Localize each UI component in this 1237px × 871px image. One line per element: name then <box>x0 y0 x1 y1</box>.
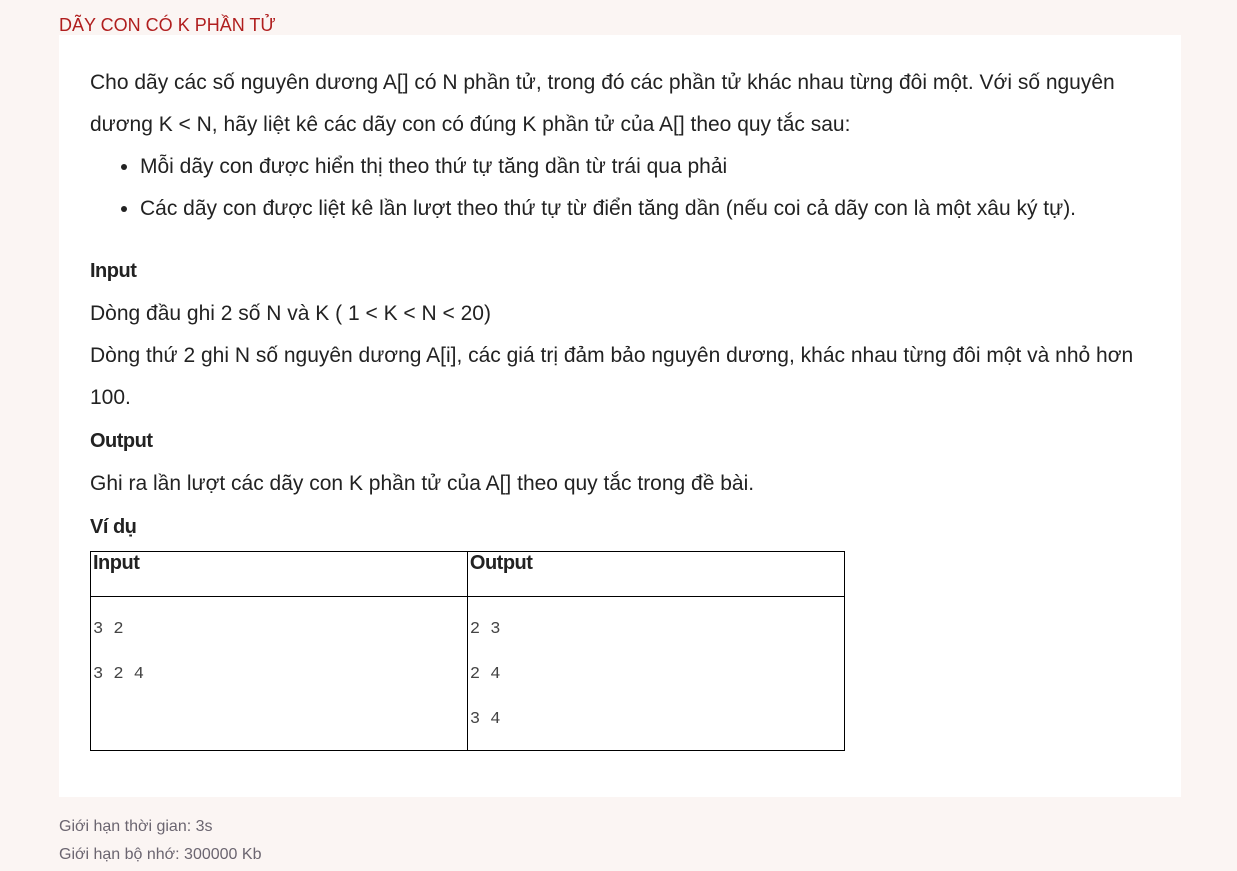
problem-statement-card: Cho dãy các số nguyên dương A[] có N phầ… <box>59 35 1181 797</box>
output-heading: Output <box>90 430 153 452</box>
input-line-1: Dòng đầu ghi 2 số N và K ( 1 < K < N < 2… <box>90 302 491 325</box>
example-output-line: 3 4 <box>469 710 501 729</box>
time-limit: Giới hạn thời gian: 3s <box>59 818 213 835</box>
example-input-cell: 3 2 3 2 4 <box>90 596 468 751</box>
example-input-line: 3 2 <box>93 620 124 639</box>
problem-statement: Cho dãy các số nguyên dương A[] có N phầ… <box>90 62 1170 751</box>
example-output-line: 2 3 <box>469 620 501 639</box>
intro-paragraph: Cho dãy các số nguyên dương A[] có N phầ… <box>90 71 1115 136</box>
limits: Giới hạn thời gian: 3s Giới hạn bộ nhớ: … <box>59 813 261 869</box>
example-table: Input Output 3 2 3 2 4 2 3 2 4 3 4 <box>90 551 846 751</box>
example-input-header: Input <box>90 551 468 597</box>
input-line-2: Dòng thứ 2 ghi N số nguyên dương A[i], c… <box>90 344 1134 409</box>
rules-list: Mỗi dãy con được hiển thị theo thứ tự tă… <box>90 146 1170 230</box>
example-output-cell: 2 3 2 4 3 4 <box>466 596 846 751</box>
rule-item: Các dãy con được liệt kê lần lượt theo t… <box>140 188 1170 230</box>
output-line-1: Ghi ra lần lượt các dãy con K phần tử củ… <box>90 472 755 495</box>
example-output-line: 2 4 <box>469 665 501 684</box>
example-output-header: Output <box>466 551 846 597</box>
example-input-line: 3 2 4 <box>93 665 145 684</box>
example-heading: Ví dụ <box>90 516 137 538</box>
input-heading: Input <box>90 260 137 282</box>
rule-item: Mỗi dãy con được hiển thị theo thứ tự tă… <box>140 146 1170 188</box>
memory-limit: Giới hạn bộ nhớ: 300000 Kb <box>59 846 262 863</box>
problem-title: DÃY CON CÓ K PHẦN TỬ <box>59 15 276 35</box>
